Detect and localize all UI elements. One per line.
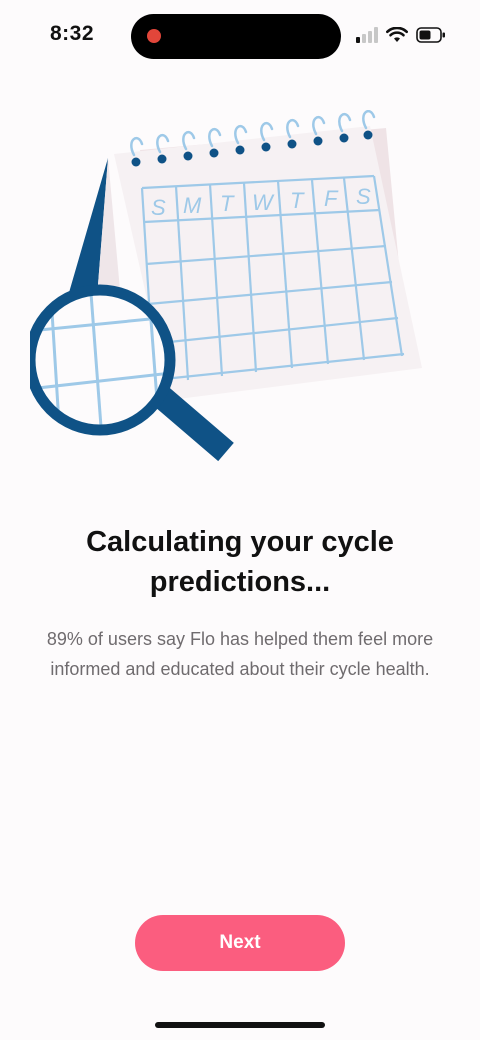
page-title: Calculating your cycle predictions... [86, 526, 394, 598]
page-subtitle: 89% of users say Flo has helped them fee… [46, 629, 434, 679]
svg-text:T: T [290, 188, 305, 213]
calendar-magnifier-illustration: S M T W T F S [30, 110, 422, 462]
svg-text:S: S [151, 195, 166, 220]
svg-text:M: M [183, 193, 202, 218]
battery-icon [416, 27, 445, 43]
status-icons [356, 24, 446, 46]
svg-text:T: T [220, 191, 235, 216]
home-indicator[interactable] [155, 1022, 325, 1028]
wifi-icon [386, 27, 408, 42]
next-button[interactable]: Next [135, 915, 345, 971]
status-time: 8:32 [50, 22, 95, 45]
screen: 8:32 S M T W T F S Calculating your cycl… [0, 0, 480, 1040]
svg-text:F: F [324, 186, 339, 211]
svg-text:W: W [252, 190, 275, 215]
cellular-signal-icon [356, 27, 378, 43]
recording-indicator-icon [147, 29, 161, 43]
status-bar: 8:32 [0, 0, 480, 72]
dynamic-island [131, 14, 341, 59]
svg-text:S: S [356, 184, 371, 209]
